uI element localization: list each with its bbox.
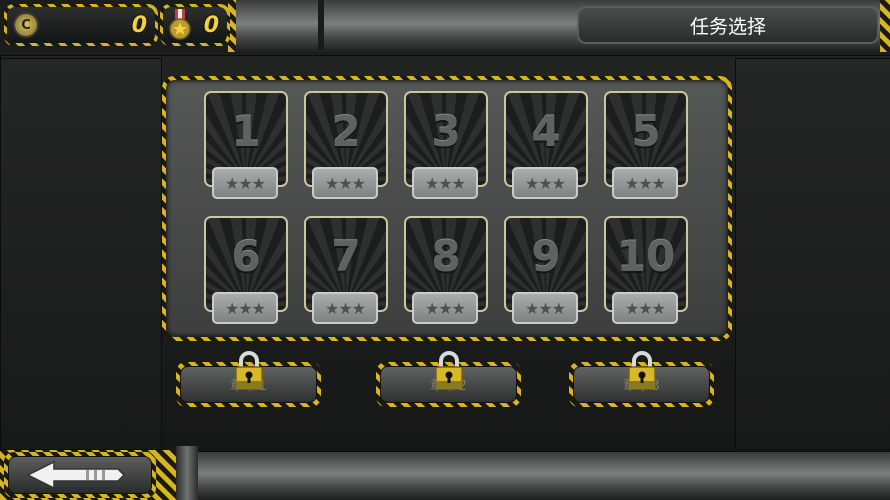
chapter-button-3[interactable]: 章节3 bbox=[569, 351, 714, 407]
coin-counter: C 0 bbox=[4, 4, 158, 46]
level-number: 7 bbox=[331, 232, 361, 281]
background-panel-right bbox=[735, 58, 890, 450]
level-star-rating: ★★★ bbox=[612, 167, 678, 199]
page-title-text: 任务选择 bbox=[689, 15, 766, 38]
level-card-2[interactable]: 2 ★★★ bbox=[304, 91, 388, 199]
coin-count: 0 bbox=[131, 13, 147, 38]
level-star-rating: ★★★ bbox=[412, 292, 478, 324]
level-card-8[interactable]: 8 ★★★ bbox=[404, 216, 488, 324]
level-star-rating: ★★★ bbox=[612, 292, 678, 324]
level-card-4[interactable]: 4 ★★★ bbox=[504, 91, 588, 199]
back-button[interactable] bbox=[4, 452, 156, 498]
medal-count: 0 bbox=[203, 13, 219, 38]
chapter-button-1[interactable]: 章节1 bbox=[176, 351, 321, 407]
chapter-button-2[interactable]: 章节2 bbox=[376, 351, 521, 407]
lock-icon bbox=[433, 350, 465, 392]
level-number: 8 bbox=[431, 232, 461, 281]
level-star-rating: ★★★ bbox=[312, 292, 378, 324]
level-card-6[interactable]: 6 ★★★ bbox=[204, 216, 288, 324]
level-number: 5 bbox=[631, 107, 661, 156]
level-number: 2 bbox=[331, 107, 361, 156]
level-card-1[interactable]: 1 ★★★ bbox=[204, 91, 288, 199]
background-panel-left bbox=[0, 58, 162, 450]
level-number: 1 bbox=[231, 107, 261, 156]
level-star-rating: ★★★ bbox=[212, 167, 278, 199]
top-pipe-joint bbox=[318, 0, 324, 50]
level-number: 6 bbox=[231, 232, 261, 281]
page-title: 任务选择 bbox=[577, 6, 879, 44]
level-number: 10 bbox=[616, 232, 676, 281]
lock-icon bbox=[626, 350, 658, 392]
level-number: 4 bbox=[531, 107, 561, 156]
bottom-pipe bbox=[150, 452, 890, 500]
level-number: 9 bbox=[531, 232, 561, 281]
level-card-10[interactable]: 10 ★★★ bbox=[604, 216, 688, 324]
coin-icon: C bbox=[13, 12, 39, 38]
level-card-7[interactable]: 7 ★★★ bbox=[304, 216, 388, 324]
level-number: 3 bbox=[431, 107, 461, 156]
medal-icon bbox=[168, 9, 192, 41]
level-star-rating: ★★★ bbox=[412, 167, 478, 199]
bottom-pipe-joint bbox=[176, 446, 198, 500]
level-star-rating: ★★★ bbox=[312, 167, 378, 199]
level-star-rating: ★★★ bbox=[512, 167, 578, 199]
back-arrow-icon bbox=[26, 460, 126, 494]
level-star-rating: ★★★ bbox=[512, 292, 578, 324]
top-right-hazard-edge bbox=[880, 0, 890, 52]
level-card-9[interactable]: 9 ★★★ bbox=[504, 216, 588, 324]
level-grid-frame: 1 ★★★ 2 ★★★ 3 ★★★ 4 ★★★ 5 ★★★ 6 ★★★ 7 ★★★ 8 ★★★ 9 ★★★ 10 ★★… bbox=[162, 76, 732, 341]
lock-icon bbox=[233, 350, 265, 392]
level-star-rating: ★★★ bbox=[212, 292, 278, 324]
medal-counter: 0 bbox=[160, 4, 230, 46]
level-card-3[interactable]: 3 ★★★ bbox=[404, 91, 488, 199]
level-card-5[interactable]: 5 ★★★ bbox=[604, 91, 688, 199]
level-grid: 1 ★★★ 2 ★★★ 3 ★★★ 4 ★★★ 5 ★★★ 6 ★★★ 7 ★★★ 8 ★★★ 9 ★★★ 10 ★★… bbox=[166, 80, 728, 337]
